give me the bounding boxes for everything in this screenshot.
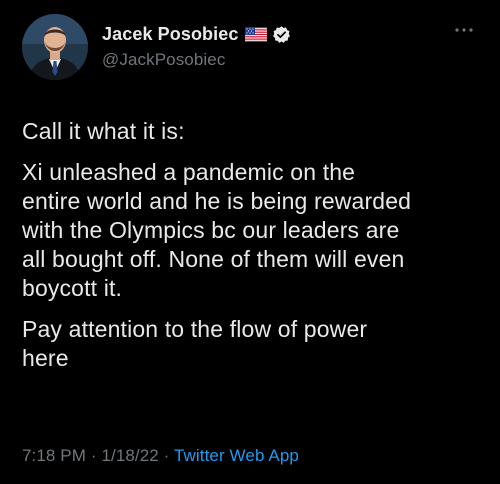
avatar[interactable] [22,14,88,80]
tweet-paragraph: Call it what it is: [22,118,185,144]
more-dots-icon [455,28,473,32]
meta-separator: · [158,446,174,465]
us-flag-icon [245,26,268,42]
tweet-paragraph: Xi unleashed a pandemic on the entire wo… [22,159,412,301]
tweet-card: Jacek Posobiec @JackPosobiec Call it wha… [0,0,500,484]
author-names: Jacek Posobiec @JackPosobiec [102,22,291,70]
display-name-row: Jacek Posobiec [102,22,291,46]
avatar-image [22,14,88,80]
verified-badge-icon [272,25,291,44]
tweet-text: Call it what it is: Xi unleashed a pande… [22,117,492,385]
tweet-meta: 7:18 PM · 1/18/22 · Twitter Web App [22,446,299,466]
author-handle[interactable]: @JackPosobiec [102,50,291,70]
display-name[interactable]: Jacek Posobiec [102,24,238,45]
more-options-button[interactable] [450,20,478,40]
tweet-source-link[interactable]: Twitter Web App [174,446,299,465]
meta-separator: · [86,446,102,465]
tweet-date[interactable]: 1/18/22 [101,446,158,465]
tweet-paragraph: Pay attention to the flow of power here [22,316,368,371]
tweet-time[interactable]: 7:18 PM [22,446,86,465]
tweet-header: Jacek Posobiec @JackPosobiec [22,14,478,82]
